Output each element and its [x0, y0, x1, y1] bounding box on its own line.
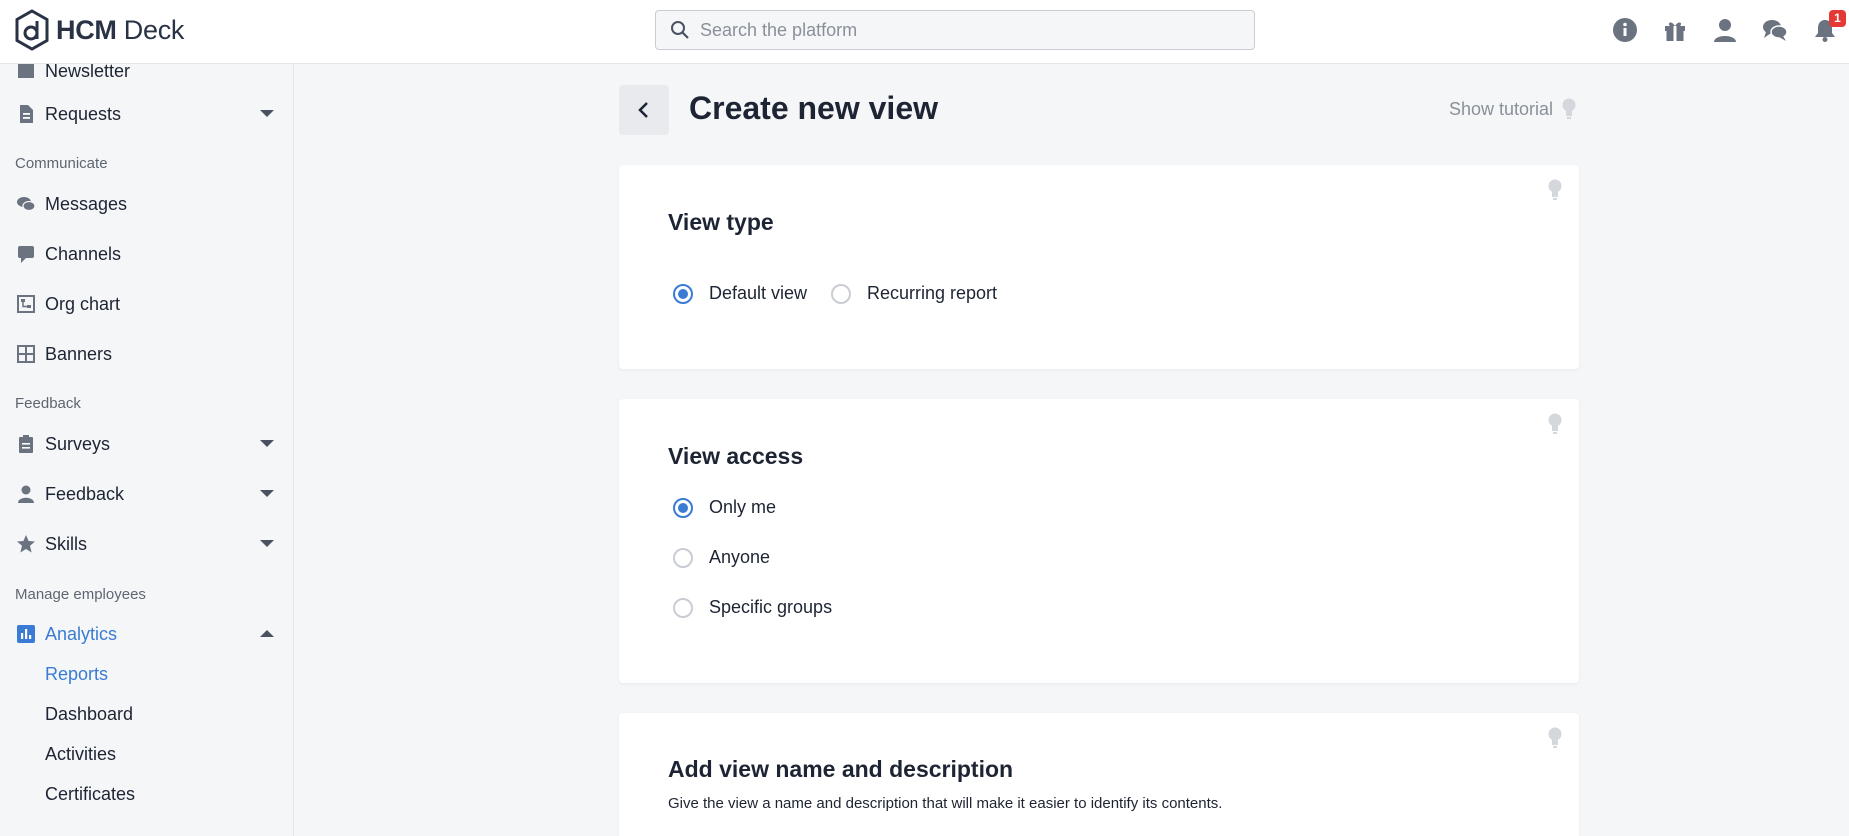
sidebar-item-label: Banners [45, 343, 113, 364]
sidebar-item-feedback[interactable]: Feedback [14, 477, 274, 511]
section-label-manage-employees: Manage employees [15, 586, 146, 603]
sidebar-item-messages[interactable]: Messages [14, 187, 274, 221]
lightbulb-icon [1562, 98, 1576, 119]
chevron-down-icon [260, 110, 274, 117]
view-access-title: View access [668, 443, 804, 469]
sidebar-item-newsletter[interactable]: Newsletter [14, 64, 274, 88]
chevron-left-icon [638, 102, 648, 118]
lightbulb-icon[interactable] [1547, 413, 1563, 435]
user-icon [1714, 19, 1736, 42]
chat-button[interactable] [1760, 15, 1790, 45]
section-label-feedback: Feedback [15, 395, 81, 412]
section-label-communicate: Communicate [15, 155, 108, 172]
sidebar-item-channels[interactable]: Channels [14, 237, 274, 271]
radio-only-me[interactable]: Only me [673, 497, 776, 518]
radio-label: Anyone [709, 547, 771, 567]
sidebar-item-label: Requests [45, 103, 122, 124]
document-icon [14, 103, 38, 125]
info-button[interactable] [1610, 15, 1640, 45]
lightbulb-icon[interactable] [1547, 179, 1563, 201]
app-logo[interactable]: HCM Deck [14, 9, 184, 51]
radio-button[interactable] [673, 547, 693, 568]
notifications-button[interactable]: 1 [1810, 10, 1846, 45]
chevron-down-icon [260, 440, 274, 447]
page-title: Create new view [689, 90, 938, 126]
sidebar-item-label: Channels [45, 243, 122, 264]
info-icon [1613, 18, 1637, 42]
hcm-logo-icon [15, 9, 49, 51]
person-feedback-icon [14, 483, 38, 505]
radio-label: Only me [709, 497, 777, 517]
notification-badge: 1 [1829, 10, 1846, 27]
search-icon [671, 21, 689, 39]
sidebar-item-banners[interactable]: Banners [14, 337, 274, 371]
gift-icon [1665, 22, 1685, 41]
radio-button[interactable] [673, 597, 693, 618]
sidebar-item-skills[interactable]: Skills [14, 527, 274, 561]
sidebar-item-label: Skills [45, 533, 88, 554]
search-bar[interactable] [655, 10, 1255, 50]
sidebar-item-label: Feedback [45, 483, 125, 504]
sidebar-subitem-certificates[interactable]: Certificates [45, 784, 135, 805]
radio-label: Recurring report [867, 283, 998, 303]
sidebar-item-org-chart[interactable]: Org chart [14, 287, 274, 321]
view-type-title: View type [668, 209, 774, 235]
show-tutorial-link[interactable]: Show tutorial [1449, 98, 1577, 120]
radio-label: Specific groups [709, 597, 833, 617]
back-button[interactable] [619, 85, 669, 135]
sidebar-item-analytics[interactable]: Analytics [14, 617, 274, 651]
sidebar: Newsletter Requests Communicate Messages… [0, 64, 294, 836]
sidebar-item-surveys[interactable]: Surveys [14, 427, 274, 461]
sidebar-item-label: Surveys [45, 433, 111, 454]
radio-button-checked[interactable] [673, 497, 693, 518]
profile-button[interactable] [1710, 15, 1740, 45]
sidebar-subitem-dashboard[interactable]: Dashboard [45, 704, 133, 725]
chevron-down-icon [260, 540, 274, 547]
chevron-down-icon [260, 490, 274, 497]
sidebar-subitem-reports[interactable]: Reports [45, 664, 108, 685]
sidebar-item-label: Org chart [45, 293, 121, 314]
radio-default-view[interactable]: Default view [673, 283, 807, 304]
radio-recurring-report[interactable]: Recurring report [831, 283, 997, 304]
radio-specific-groups[interactable]: Specific groups [673, 597, 832, 618]
show-tutorial-label: Show tutorial [1449, 98, 1554, 119]
newspaper-icon [14, 64, 38, 82]
sidebar-item-label: Newsletter [45, 64, 131, 81]
org-chart-icon [14, 293, 38, 315]
radio-anyone[interactable]: Anyone [673, 547, 770, 568]
name-description-title: Add view name and description [668, 756, 1014, 782]
sidebar-item-label: Analytics [45, 623, 118, 644]
gift-button[interactable] [1660, 15, 1690, 45]
bar-chart-icon [14, 623, 38, 645]
chat-bubbles-icon [14, 193, 38, 215]
chat-icon [1763, 20, 1788, 41]
name-description-help-text: Give the view a name and description tha… [668, 795, 1223, 812]
star-icon [14, 533, 38, 555]
top-bar: HCM Deck Search the platform 1 [0, 0, 1849, 64]
name-description-card: Add view name and description Give the v… [619, 713, 1579, 836]
brand-name: HCM Deck [56, 14, 185, 45]
radio-button[interactable] [831, 283, 851, 304]
chevron-up-icon [260, 630, 274, 637]
grid-icon [14, 343, 38, 365]
sidebar-item-requests[interactable]: Requests [14, 97, 274, 131]
sidebar-subitem-activities[interactable]: Activities [45, 744, 116, 765]
lightbulb-icon[interactable] [1547, 727, 1563, 749]
radio-label: Default view [709, 283, 808, 303]
view-type-card: View type Default view Recurring report [619, 165, 1579, 369]
clipboard-icon [14, 433, 38, 455]
search-input[interactable] [700, 19, 1220, 41]
view-access-card: View access Only me Anyone Specific grou… [619, 399, 1579, 683]
sidebar-item-label: Messages [45, 193, 128, 214]
comment-icon [14, 243, 38, 265]
radio-button-checked[interactable] [673, 283, 693, 304]
